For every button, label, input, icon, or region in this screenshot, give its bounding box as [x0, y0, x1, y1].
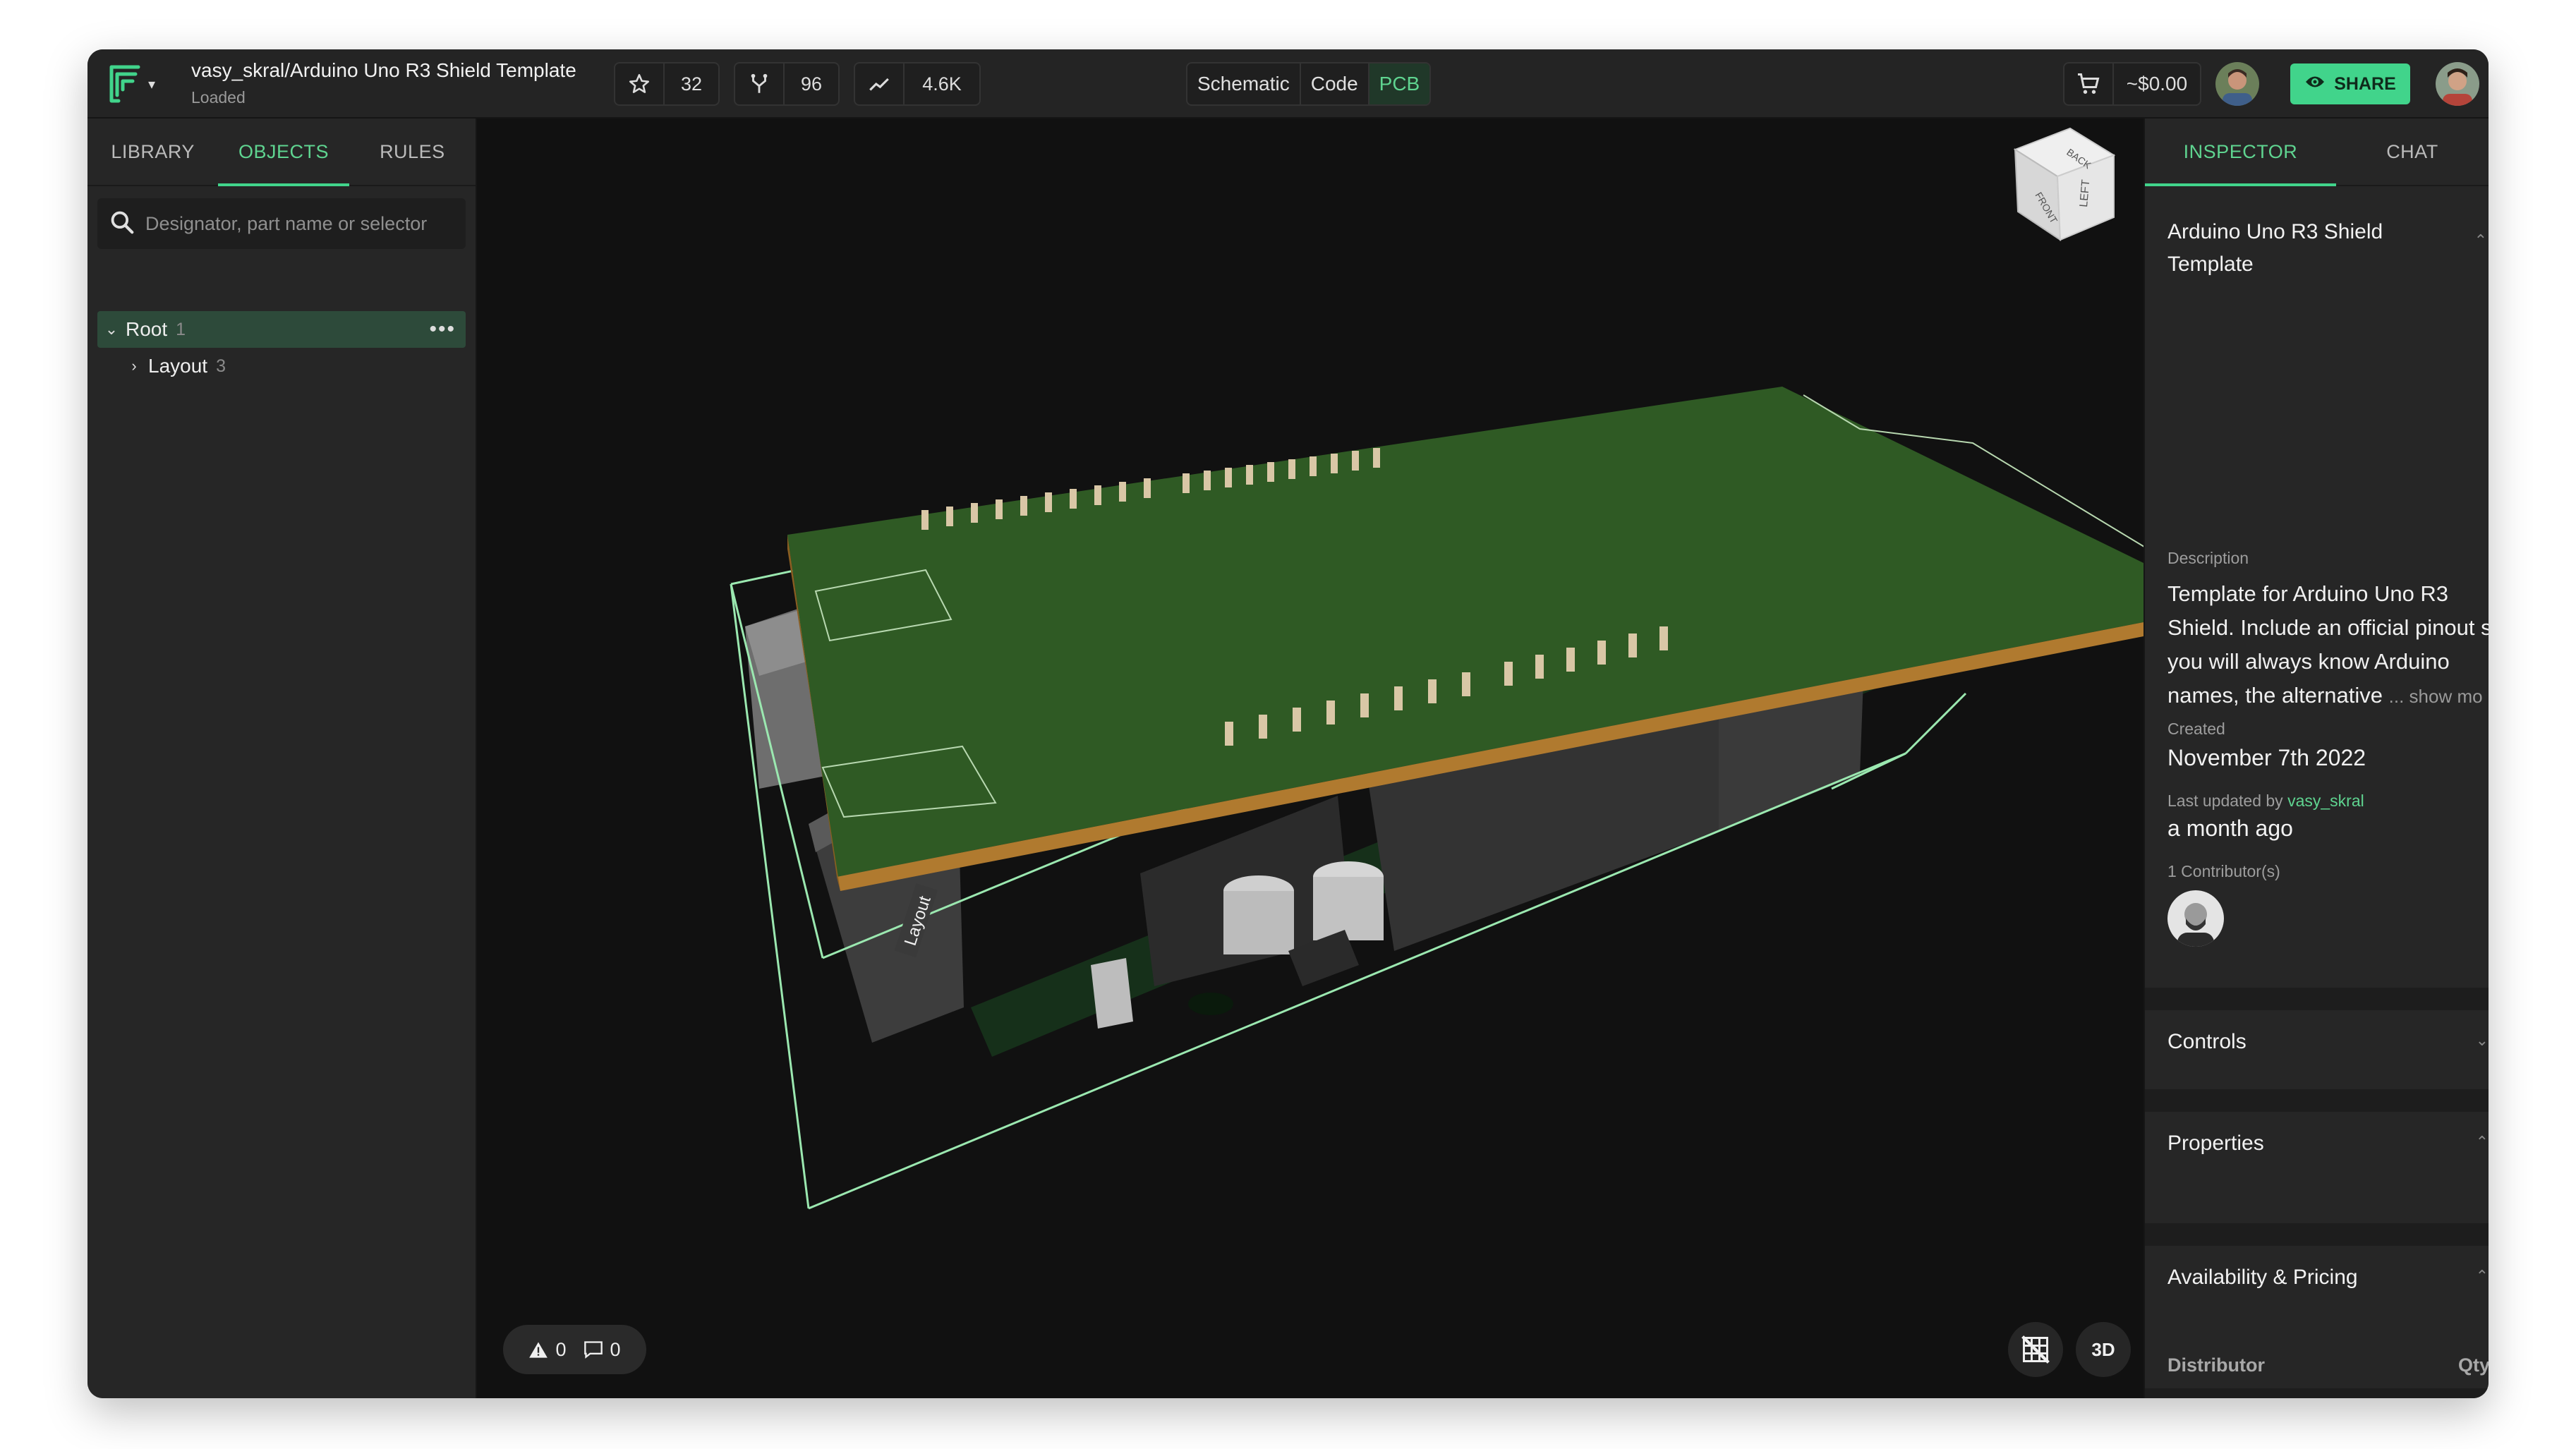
section-properties[interactable]: Properties ⌃: [2145, 1089, 2489, 1202]
grid-toggle-button[interactable]: [2008, 1322, 2063, 1377]
mode-code[interactable]: Code: [1301, 63, 1369, 104]
star-icon: [615, 63, 665, 104]
mode-schematic[interactable]: Schematic: [1187, 63, 1301, 104]
eye-icon: [2304, 74, 2326, 95]
collapse-chevron-icon[interactable]: ⌃: [2474, 231, 2487, 250]
views-button[interactable]: 4.6K: [854, 62, 981, 106]
tree-item-label: Layout: [148, 355, 208, 377]
chevron-up-icon: ⌃: [2475, 1267, 2489, 1285]
search-input[interactable]: [145, 212, 456, 235]
fork-icon: [735, 63, 785, 104]
app-window: ▾ vasy_skral/Arduino Uno R3 Shield Templ…: [87, 49, 2489, 1398]
inspector-title: Arduino Uno R3 Shield Template: [2167, 220, 2383, 276]
star-button[interactable]: 32: [614, 62, 720, 106]
tab-inspector[interactable]: INSPECTOR: [2145, 119, 2336, 186]
comments-counter[interactable]: 0: [583, 1339, 621, 1361]
warnings-count: 0: [555, 1338, 567, 1360]
project-title[interactable]: vasy_skral/Arduino Uno R3 Shield Templat…: [191, 59, 576, 82]
app-logo-menu[interactable]: ▾: [109, 61, 172, 107]
comments-count: 0: [610, 1338, 621, 1360]
chevron-down-icon: ▾: [148, 76, 156, 92]
created-label: Created: [2167, 720, 2225, 738]
object-search: [97, 198, 466, 249]
tree-item-count: 3: [216, 356, 226, 376]
tab-objects[interactable]: OBJECTS: [218, 119, 349, 186]
user-avatar-menu[interactable]: [2436, 62, 2479, 106]
fork-button[interactable]: 96: [734, 62, 840, 106]
pcb-3d-viewport[interactable]: Layout BACK FRONT LEFT 0 0 3D: [477, 119, 2242, 1398]
description-label: Description: [2167, 549, 2249, 567]
trend-icon: [855, 63, 905, 104]
grid-off-icon: [2021, 1335, 2050, 1364]
reset-button: [1091, 958, 1133, 1029]
mount-hole: [1188, 993, 1233, 1015]
created-value: November 7th 2022: [2167, 745, 2366, 770]
updated-by-link[interactable]: vasy_skral: [2287, 792, 2364, 810]
issues-badge[interactable]: 0 0: [503, 1325, 646, 1374]
mode-switcher: Schematic Code PCB: [1186, 62, 1432, 106]
project-status: Loaded: [191, 88, 246, 107]
tree-item-count: 1: [176, 319, 186, 339]
tree-item-root[interactable]: ⌄ Root 1 •••: [97, 311, 466, 348]
views-count: 4.6K: [922, 73, 962, 95]
collaborator-avatar[interactable]: [2215, 62, 2259, 106]
contributor-avatar[interactable]: [2167, 890, 2224, 947]
updated-value: a month ago: [2167, 816, 2293, 841]
right-panel: INSPECTOR CHAT Arduino Uno R3 Shield Tem…: [2143, 119, 2489, 1398]
warning-icon: [529, 1342, 548, 1358]
left-tabs: LIBRARY OBJECTS RULES: [87, 119, 476, 186]
comment-icon: [583, 1341, 603, 1359]
view-cube[interactable]: BACK FRONT LEFT: [2001, 121, 2135, 262]
tab-library[interactable]: LIBRARY: [87, 119, 218, 185]
tree-item-label: Root: [126, 318, 168, 340]
flux-logo-icon: [109, 65, 140, 103]
view-3d-button[interactable]: 3D: [2076, 1322, 2131, 1377]
top-bar: ▾ vasy_skral/Arduino Uno R3 Shield Templ…: [87, 49, 2489, 119]
column-qty[interactable]: Qty: [2458, 1354, 2489, 1376]
cart-price: ~$0.00: [2126, 73, 2188, 95]
star-count: 32: [680, 73, 703, 95]
section-divider: [2145, 1388, 2489, 1398]
column-distributor[interactable]: Distributor: [2167, 1354, 2265, 1376]
tab-chat[interactable]: CHAT: [2336, 119, 2489, 185]
left-panel: LIBRARY OBJECTS RULES ⌄ Root 1 ••• › Lay…: [87, 119, 477, 1398]
cart-icon: [2064, 63, 2114, 104]
updated-label: Last updated by vasy_skral: [2167, 792, 2364, 810]
more-options-icon[interactable]: •••: [429, 317, 456, 341]
share-button[interactable]: SHARE: [2290, 63, 2410, 104]
chevron-up-icon: ⌃: [2475, 1133, 2489, 1151]
chevron-right-icon[interactable]: ›: [120, 357, 148, 375]
warnings-counter[interactable]: 0: [528, 1338, 567, 1361]
chevron-down-icon: ⌄: [2475, 1031, 2489, 1049]
section-availability-pricing[interactable]: Availability & Pricing ⌃: [2145, 1223, 2489, 1350]
search-icon: [109, 209, 135, 239]
chevron-down-icon[interactable]: ⌄: [97, 320, 126, 339]
share-label: SHARE: [2334, 73, 2396, 94]
pcb-3d-model[interactable]: Layout: [477, 119, 2242, 1398]
fork-count: 96: [800, 73, 823, 95]
section-controls[interactable]: Controls ⌄: [2145, 988, 2489, 1072]
tree-item-layout[interactable]: › Layout 3: [120, 348, 488, 384]
contributors-label: 1 Contributor(s): [2167, 862, 2280, 880]
svg-text:LEFT: LEFT: [2078, 179, 2092, 208]
right-tabs: INSPECTOR CHAT: [2145, 119, 2489, 186]
description-text: Template for Arduino Uno R3 Shield. Incl…: [2167, 581, 2489, 708]
tab-rules[interactable]: RULES: [349, 119, 476, 185]
mode-pcb[interactable]: PCB: [1369, 63, 1430, 104]
cart-button[interactable]: ~$0.00: [2063, 62, 2201, 106]
show-more-link[interactable]: ... show mo: [2389, 686, 2483, 707]
